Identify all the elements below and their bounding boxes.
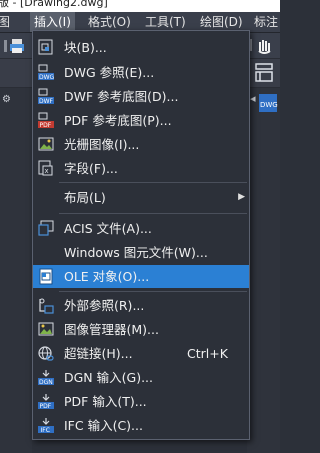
svg-text:PDF: PDF [40, 403, 52, 410]
menu-draw[interactable]: 绘图(D) [196, 12, 247, 32]
menu-item-pdf-underlay[interactable]: PDF PDF 参考底图(P)... [33, 109, 249, 132]
block-icon [38, 39, 53, 55]
dwf-underlay-icon: DWF [38, 88, 54, 105]
menu-item-windows-metafile[interactable]: Windows 图元文件(W)... [33, 241, 249, 264]
menu-item-block[interactable]: 块(B)... [33, 36, 249, 59]
menu-tools[interactable]: 工具(T) [141, 12, 190, 32]
svg-text:DWG: DWG [260, 101, 278, 109]
menu-item-layout[interactable]: 布局(L) ▶ [33, 186, 249, 209]
menu-dimension[interactable]: 标注 [250, 12, 282, 32]
svg-text:x: x [45, 167, 49, 175]
dgn-import-icon: DGN [38, 370, 54, 386]
pdf-underlay-icon: PDF [38, 112, 54, 129]
menu-separator [59, 182, 247, 183]
menu-item-image-manager[interactable]: 图像管理器(M)... [33, 318, 249, 341]
menu-item-field[interactable]: x 字段(F)... [33, 157, 249, 180]
menu-item-pdf-import[interactable]: PDF PDF 输入(T)... [33, 390, 249, 413]
insert-dropdown-menu: 块(B)... DWG DWG 参照(E)... DWF DWF 参考底图(D)… [32, 30, 250, 440]
pdf-import-icon: PDF [38, 394, 54, 410]
menu-item-acis-file[interactable]: ACIS 文件(A)... [33, 217, 249, 240]
svg-text:IFC: IFC [41, 427, 50, 434]
svg-text:◂: ◂ [250, 92, 256, 105]
menu-item-ifc-import[interactable]: IFC IFC 输入(C)... [33, 414, 249, 437]
small-gear-icon: ⚙ [2, 94, 11, 105]
left-panel: ⚙ [0, 88, 32, 453]
menu-separator [59, 291, 247, 292]
xref-icon [39, 298, 54, 314]
dwg-badge-icon[interactable]: ◂ DWG [249, 90, 279, 116]
print-icon[interactable] [0, 33, 32, 58]
menu-item-dwg-reference[interactable]: DWG DWG 参照(E)... [33, 61, 249, 84]
menu-insert[interactable]: 插入(I) [30, 12, 75, 32]
acis-icon [38, 220, 54, 236]
dwg-reference-icon: DWG [38, 64, 54, 81]
menu-item-ole-object[interactable]: OLE 对象(O)... [33, 265, 249, 288]
ole-object-icon [39, 268, 53, 285]
pan-icon[interactable] [248, 33, 280, 58]
layout-tools-icon[interactable] [252, 60, 278, 86]
svg-text:DGN: DGN [39, 379, 53, 386]
hyperlink-icon [38, 346, 54, 361]
svg-text:PDF: PDF [40, 122, 52, 129]
menu-item-external-reference[interactable]: 外部参照(R)... [33, 294, 249, 317]
menu-format[interactable]: 格式(O) [84, 12, 135, 32]
hyperlink-shortcut: Ctrl+K [187, 346, 228, 361]
image-manager-icon [38, 322, 54, 336]
ifc-import-icon: IFC [38, 418, 54, 434]
svg-text:DWF: DWF [39, 98, 54, 105]
submenu-arrow-icon: ▶ [238, 192, 245, 202]
right-panel: ◂ DWG [247, 88, 280, 453]
menu-item-hyperlink[interactable]: 超链接(H)... Ctrl+K [33, 342, 249, 365]
raster-image-icon [38, 137, 54, 151]
menu-item-dwf-underlay[interactable]: DWF DWF 参考底图(D)... [33, 85, 249, 108]
menu-separator [59, 213, 247, 214]
field-icon: x [38, 160, 53, 176]
menu-item-raster-image[interactable]: 光栅图像(I)... [33, 133, 249, 156]
svg-text:DWG: DWG [39, 74, 54, 81]
menu-item-dgn-import[interactable]: DGN DGN 输入(G)... [33, 366, 249, 389]
menu-draw-partial[interactable]: 图 [0, 12, 14, 32]
window-title: 版 - [Drawing2.dwg] [0, 0, 280, 12]
